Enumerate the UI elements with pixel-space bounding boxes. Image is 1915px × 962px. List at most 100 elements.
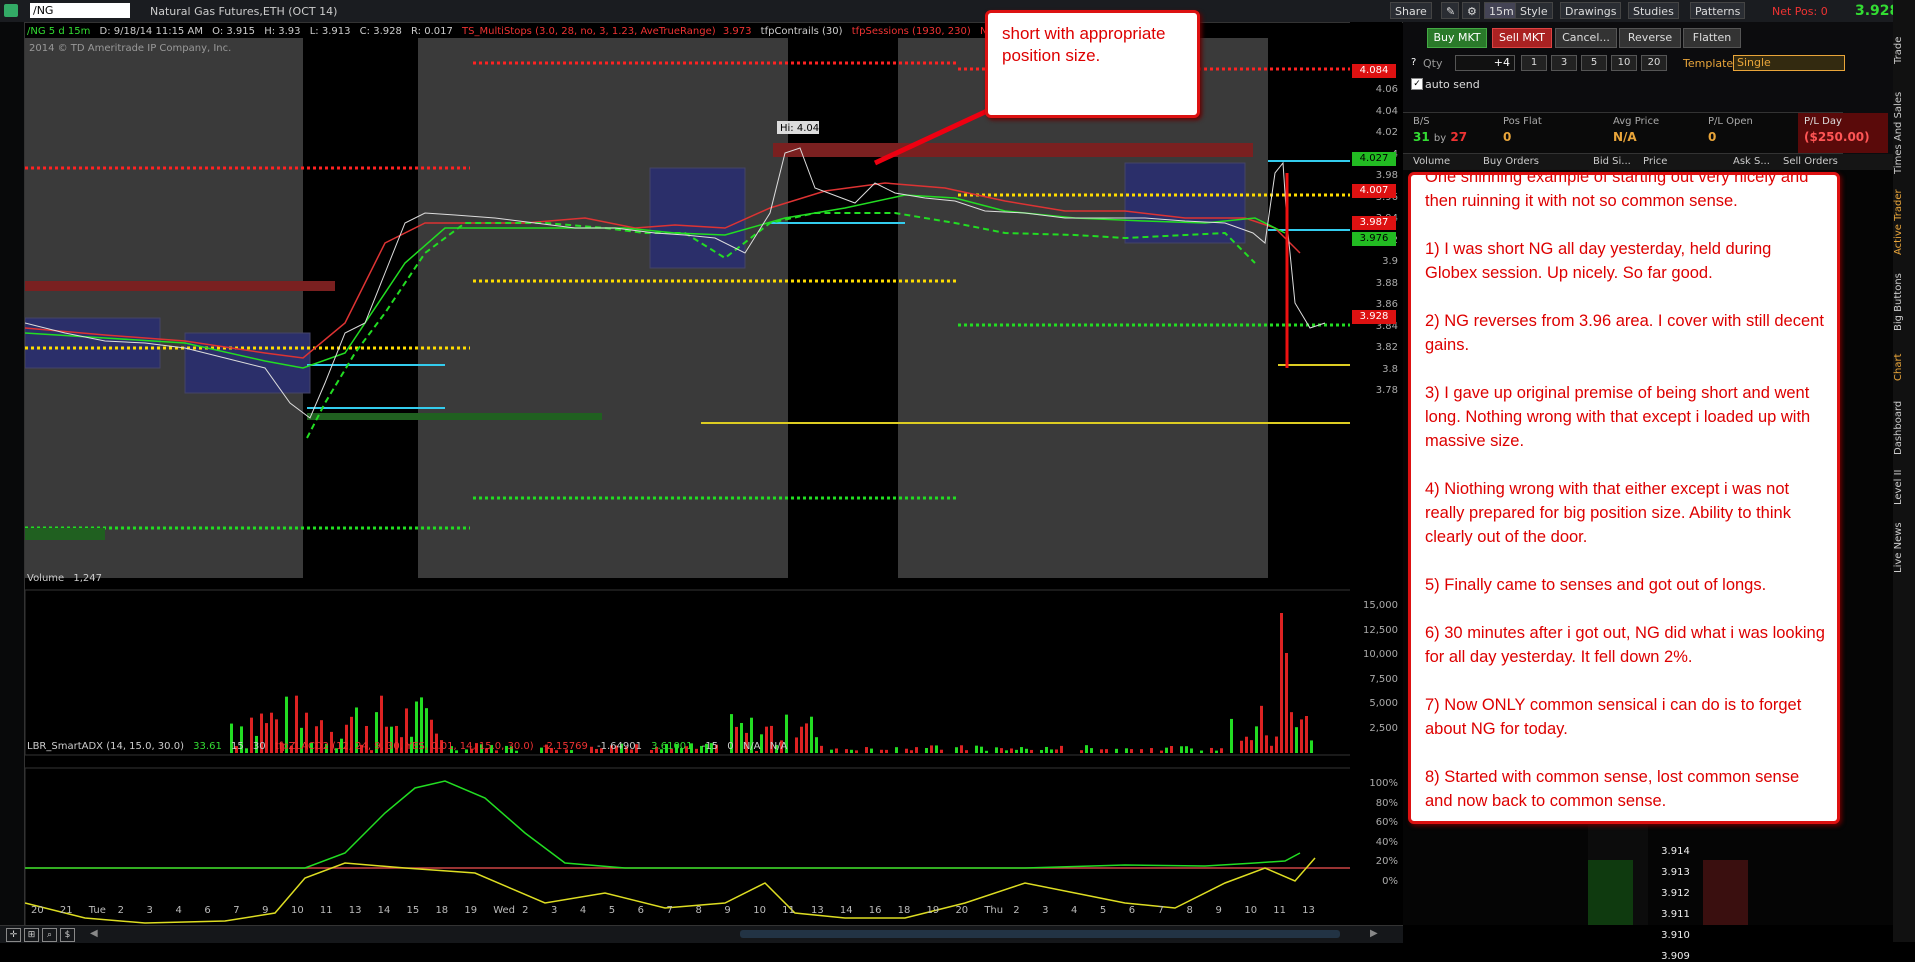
auto-send-checkbox[interactable]: ✓ (1411, 78, 1423, 90)
volume-bar (965, 750, 968, 753)
tools-icon[interactable]: ✎ (1441, 2, 1459, 19)
price-chart-svg: Hi: 4.04 (25, 38, 1352, 926)
side-tab[interactable]: Live News (1893, 515, 1915, 580)
study-sessions[interactable]: tfpSessions (1930, 230) (852, 26, 971, 37)
time-tick: 3 (551, 905, 558, 916)
help-icon[interactable]: ? (1411, 57, 1416, 68)
side-tab[interactable]: Active Trader (1893, 185, 1915, 260)
callout-p5: 5) Finally came to senses and got out of… (1425, 576, 1767, 594)
adx-v3: 30 (252, 741, 266, 752)
symbol-input[interactable]: /NG (30, 3, 130, 18)
studies-button[interactable]: Studies (1628, 2, 1679, 19)
ladder-price[interactable]: 3.911 (1648, 909, 1703, 920)
ladder-price[interactable]: 3.914 (1648, 846, 1703, 857)
side-tab[interactable]: Level II (1893, 465, 1915, 510)
qty-input[interactable]: +4 (1455, 55, 1515, 71)
chart-area[interactable]: Hi: 4.04 /NG 5 d 15m D: 9/18/14 11:15 AM… (24, 22, 1352, 926)
time-tick: 19 (464, 905, 478, 916)
ladder-price[interactable]: 3.910 (1648, 930, 1703, 941)
zoom-icon[interactable]: ⊞ (24, 928, 39, 942)
volume-tick: 10,000 (1363, 649, 1398, 660)
style-button[interactable]: Style (1515, 2, 1553, 19)
study-multistops[interactable]: TS_MultiStops (3.0, 28, no, 3, 1.23, Ave… (462, 26, 716, 37)
horizontal-scrollbar[interactable] (740, 930, 1340, 938)
flatten-button[interactable]: Flatten (1683, 28, 1741, 48)
time-tick: 18 (897, 905, 911, 916)
time-tick: 3 (146, 905, 153, 916)
volume-bar (910, 750, 913, 753)
volume-tick: 12,500 (1363, 624, 1398, 636)
volume-bar (935, 745, 938, 753)
template-select[interactable]: Single (1733, 55, 1845, 71)
scroll-left-icon[interactable]: ◀ (90, 928, 98, 939)
callout-small-text: short with appropriate position size. (1002, 24, 1166, 65)
drawing-tool-icon[interactable]: ✛ (6, 928, 21, 942)
volume-bar (1000, 748, 1003, 753)
time-tick: 10 (291, 905, 304, 916)
chart-high: H: 3.93 (264, 26, 301, 37)
price-tick: 3.78 (1375, 385, 1398, 396)
ladder-column-header[interactable]: Volume (1413, 156, 1450, 167)
link-icon[interactable] (4, 4, 18, 17)
study-contrails[interactable]: tfpContrails (30) (761, 26, 843, 37)
ladder-price[interactable]: 3.912 (1648, 888, 1703, 899)
volume-value: 1,247 (73, 573, 103, 584)
time-tick: 11 (1273, 905, 1286, 916)
buy-mkt-button[interactable]: Buy MKT (1427, 28, 1487, 48)
time-tick: 7 (233, 905, 240, 916)
adx-title[interactable]: LBR_SmartADX (14, 15.0, 30.0) (27, 741, 184, 752)
qty-preset-button[interactable]: 1 (1521, 55, 1547, 71)
qty-preset-button[interactable]: 10 (1611, 55, 1637, 71)
ladder-column-header[interactable]: Buy Orders (1483, 156, 1539, 167)
ladder-column-header[interactable]: Ask S... (1733, 156, 1770, 167)
volume-bar (870, 748, 873, 753)
annotation-callout-big: One shinning example of starting out ver… (1408, 172, 1840, 824)
volume-bar (975, 745, 978, 753)
patterns-button[interactable]: Patterns (1690, 2, 1746, 19)
volume-bar (1010, 748, 1013, 753)
cancel-button[interactable]: Cancel... (1555, 28, 1617, 48)
share-button[interactable]: Share (1390, 2, 1432, 19)
sell-mkt-button[interactable]: Sell MKT (1492, 28, 1552, 48)
drawings-button[interactable]: Drawings (1560, 2, 1622, 19)
price-tick: 4.04 (1375, 105, 1398, 117)
side-tab[interactable]: Trade (1893, 25, 1915, 75)
price-tag-3928: 3.928 (1352, 310, 1396, 324)
side-tab[interactable]: Big Buttons (1893, 265, 1915, 340)
volume-bar (805, 723, 808, 753)
scroll-right-icon[interactable]: ▶ (1370, 928, 1378, 939)
ladder-price[interactable]: 3.909 (1648, 951, 1703, 962)
side-tab[interactable]: Chart (1893, 345, 1915, 390)
qty-preset-button[interactable]: 5 (1581, 55, 1607, 71)
volume-bar (855, 750, 858, 753)
gear-icon[interactable]: ⚙ (1462, 2, 1480, 19)
zlacd-title[interactable]: tfpZLACD2 (12, 24, 9, 30, YES, 0.01, 14,… (275, 741, 534, 752)
search-icon[interactable]: ⌕ (42, 928, 57, 942)
ladder-column-header[interactable]: Sell Orders (1783, 156, 1838, 167)
ladder-column-header[interactable]: Bid Si... (1593, 156, 1631, 167)
qty-preset-button[interactable]: 3 (1551, 55, 1577, 71)
bs-value-b: 27 (1450, 130, 1468, 144)
time-tick: Tue (88, 905, 106, 916)
adx-header: LBR_SmartADX (14, 15.0, 30.0) 33.61 15 3… (27, 740, 787, 754)
price-tag-4027: 4.027 (1352, 152, 1396, 166)
volume-bar (1220, 748, 1223, 753)
ladder-column-header[interactable]: Price (1643, 156, 1667, 167)
side-tab[interactable]: Times And Sales (1893, 85, 1915, 180)
side-tab[interactable]: Dashboard (1893, 395, 1915, 460)
bottom-toolbar: ✛ ⊞ ⌕ $ ◀ ▶ (0, 925, 1403, 943)
dollar-icon[interactable]: $ (60, 928, 75, 942)
volume-bar (1170, 746, 1173, 753)
qty-preset-button[interactable]: 20 (1641, 55, 1667, 71)
reverse-button[interactable]: Reverse (1619, 28, 1681, 48)
volume-bar (960, 745, 963, 753)
price-tick: 4.02 (1375, 127, 1398, 138)
adx-v1: 33.61 (193, 741, 222, 752)
ladder-price[interactable]: 3.913 (1648, 867, 1703, 878)
volume-bar (980, 746, 983, 753)
volume-bar (905, 748, 908, 753)
volume-bar (835, 748, 838, 753)
interval-button[interactable]: 15m (1484, 2, 1519, 19)
volume-bar (1270, 745, 1273, 753)
bs-values: 31 by 27 (1413, 130, 1467, 144)
